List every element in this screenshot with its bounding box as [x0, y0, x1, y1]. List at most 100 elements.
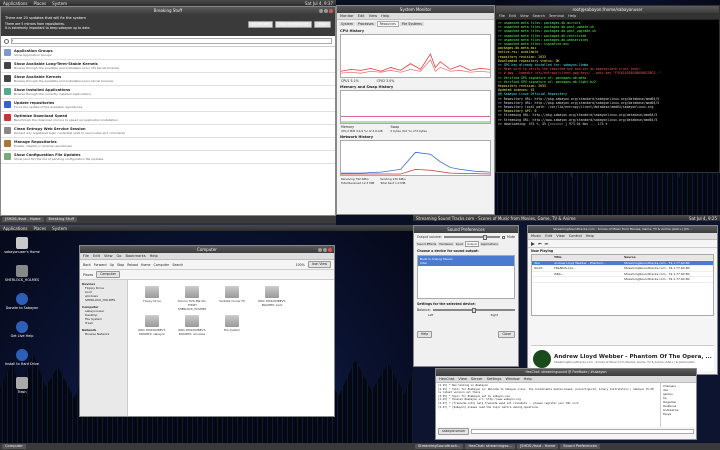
chat-log[interactable]: [2.25] * Now talking on #sabayon [2.25] …: [436, 383, 660, 427]
close-icon[interactable]: [329, 8, 333, 13]
terminal-output[interactable]: >> unpacked meta files: packages.db.mirr…: [496, 20, 719, 128]
places-label[interactable]: Places: [83, 273, 93, 277]
menu-applications[interactable]: Applications: [3, 1, 27, 6]
stop-button[interactable]: Stop: [117, 263, 124, 267]
desktop-icon-live-help[interactable]: Get Live Help: [2, 321, 42, 338]
sidebar-item[interactable]: Trash: [82, 321, 125, 325]
tab-resources[interactable]: Resources: [376, 21, 399, 27]
tab-input[interactable]: Input: [454, 242, 464, 246]
menu-applications[interactable]: Applications: [3, 226, 27, 231]
taskbar-item[interactable]: Breaking Stuff: [45, 217, 78, 222]
zoom-level[interactable]: 100%: [296, 263, 305, 267]
menu-view[interactable]: View: [556, 234, 565, 238]
menu-view[interactable]: View: [369, 14, 378, 18]
let-me-see-button[interactable]: Let me see: [247, 21, 274, 28]
menu-places[interactable]: Places: [33, 1, 46, 6]
list-item[interactable]: Clean Entropy Web Service Session Discard…: [1, 125, 335, 138]
menu-view[interactable]: View: [104, 254, 113, 258]
chat-input[interactable]: [471, 429, 694, 434]
menu-view[interactable]: View: [520, 14, 529, 18]
tab-output[interactable]: Output: [464, 241, 479, 247]
tab-file-systems[interactable]: File Systems: [399, 22, 424, 26]
file-item[interactable]: WDC WD1000BEVT-80A0RT0: windows: [174, 315, 210, 336]
menu-music[interactable]: Music: [531, 234, 541, 238]
file-item[interactable]: SanDisk Cruzer Fit: [214, 286, 250, 311]
balance-slider[interactable]: [432, 307, 515, 313]
stop-annoying-button[interactable]: Stop annoying me: [275, 21, 313, 28]
taskbar-item[interactable]: StreamingSoundtrack...: [415, 444, 464, 449]
menu-search[interactable]: Search: [533, 14, 545, 18]
menu-system[interactable]: System: [52, 1, 67, 6]
menu-help[interactable]: Help: [150, 254, 158, 258]
taskbar-item[interactable]: Computer: [2, 444, 26, 449]
computer-button[interactable]: Computer: [153, 263, 169, 267]
file-item[interactable]: Dunmo DVD-RW AD-7580H SHERLOCK_HOLMES: [174, 286, 210, 311]
menu-file[interactable]: File: [83, 254, 89, 258]
taskbar-item[interactable]: [SHDS:/tssd - Home: [2, 217, 44, 222]
tab-sound-effects[interactable]: Sound Effects: [416, 242, 438, 246]
close-button[interactable]: Close: [314, 21, 331, 28]
search-button[interactable]: Search: [172, 263, 183, 267]
menu-help[interactable]: Help: [381, 14, 389, 18]
back-button[interactable]: Back: [83, 263, 91, 267]
previous-icon[interactable]: ⏮: [538, 241, 542, 246]
minimize-icon[interactable]: [318, 247, 322, 252]
maximize-icon[interactable]: [324, 8, 328, 13]
close-button[interactable]: Close: [498, 331, 515, 338]
menu-edit[interactable]: Edit: [93, 254, 100, 258]
balance-handle[interactable]: [472, 307, 477, 313]
list-item[interactable]: Show Available Long-Term-Stable Kernels B…: [1, 60, 335, 73]
nick-button[interactable]: sabayonsmoer: [438, 428, 470, 435]
menu-window[interactable]: Window: [505, 377, 519, 381]
clock[interactable]: Sat Jul 4, 9:25: [689, 216, 717, 221]
table-row[interactable]: StreamingSoundtracks.com - 79.1.77.64:80: [532, 277, 713, 283]
column-source[interactable]: Source: [624, 255, 711, 260]
up-button[interactable]: Up: [110, 263, 114, 267]
menu-control[interactable]: Control: [569, 234, 582, 238]
menu-edit[interactable]: Edit: [545, 234, 552, 238]
menu-help[interactable]: Help: [586, 234, 594, 238]
list-item[interactable]: Show Installed Applications Browse throug…: [1, 86, 335, 99]
desktop-icon-home[interactable]: sabayonuser's Home: [2, 237, 42, 254]
taskbar-item[interactable]: [SHDS:/tssd - Home: [516, 444, 559, 449]
menu-edit[interactable]: Edit: [509, 14, 516, 18]
volume-handle[interactable]: [483, 234, 488, 240]
help-button[interactable]: Help: [417, 331, 433, 338]
file-item[interactable]: WDC WD1000BEVT-80A0RT0: sabayon: [134, 315, 170, 336]
menu-server[interactable]: Server: [471, 377, 483, 381]
column-title[interactable]: Title: [554, 255, 624, 260]
list-item[interactable]: Application Groups Show Application Group…: [1, 47, 335, 60]
desktop-icon-install[interactable]: Install to Hard Drive: [2, 349, 42, 366]
list-item[interactable]: Update repositories Force the update of t…: [1, 99, 335, 112]
menu-file[interactable]: File: [499, 14, 505, 18]
home-button[interactable]: Home: [141, 263, 150, 267]
sidebar-item[interactable]: SHERLOCK_HOLMES: [82, 298, 125, 302]
menu-hexchat[interactable]: HexChat: [439, 377, 454, 381]
menu-places[interactable]: Places: [33, 226, 46, 231]
search-input[interactable]: [11, 38, 332, 44]
list-item[interactable]: Show Available Kernels Browse through the…: [1, 73, 335, 86]
maximize-icon[interactable]: [323, 247, 327, 252]
menu-system[interactable]: System: [52, 226, 67, 231]
file-item[interactable]: Floppy Drive: [134, 286, 170, 311]
menu-view[interactable]: View: [458, 377, 467, 381]
view-mode-select[interactable]: Icon View: [307, 261, 331, 268]
file-item[interactable]: WDC WD1000BEVT-80A0RT0: boot: [254, 286, 290, 311]
tab-hardware[interactable]: Hardware: [438, 242, 454, 246]
menu-bookmarks[interactable]: Bookmarks: [126, 254, 146, 258]
tab-processes[interactable]: Processes: [355, 22, 376, 26]
desktop-icon-trash[interactable]: Trash: [2, 377, 42, 394]
volume-slider[interactable]: [443, 234, 501, 240]
tab-applications[interactable]: Applications: [479, 242, 499, 246]
sidebar-item[interactable]: Browse Network: [82, 332, 125, 336]
next-icon[interactable]: ⏭: [545, 241, 549, 246]
play-icon[interactable]: [531, 241, 535, 246]
forward-button[interactable]: Forward: [94, 263, 107, 267]
clock[interactable]: Sat Jul 4, 9:37: [305, 1, 333, 6]
taskbar-item[interactable]: Sound Preferences: [560, 444, 600, 449]
device-item[interactable]: Built-in Analog Stereo Intel: [418, 256, 514, 266]
file-item[interactable]: File System: [214, 315, 250, 336]
tab-system[interactable]: System: [339, 22, 355, 26]
reload-button[interactable]: Reload: [127, 263, 138, 267]
menu-terminal[interactable]: Terminal: [549, 14, 564, 18]
